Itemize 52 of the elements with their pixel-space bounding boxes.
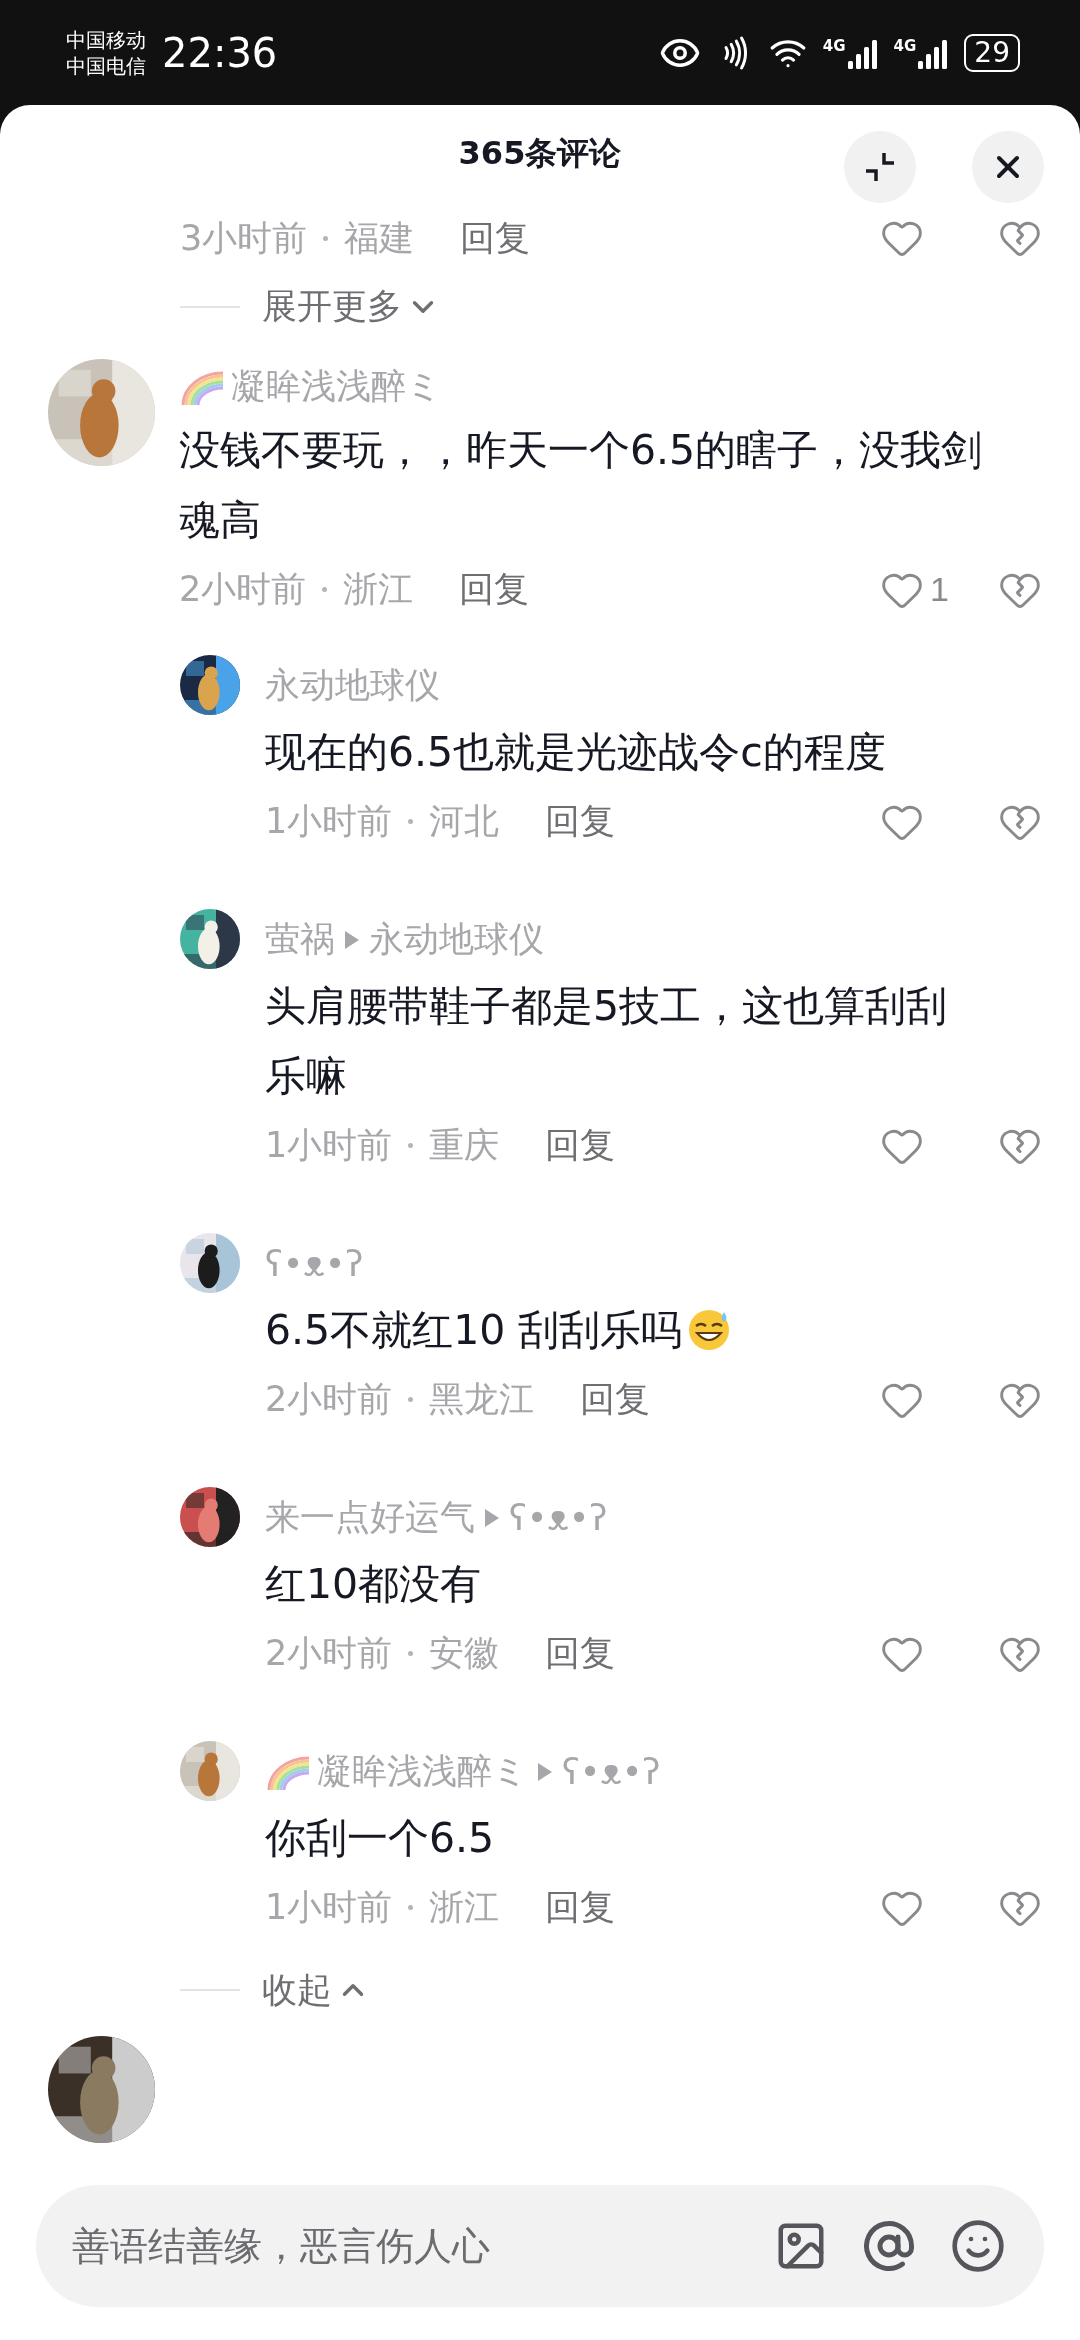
expand-more-button[interactable]: 展开更多 <box>262 283 440 331</box>
network-label: 4G <box>893 36 917 55</box>
comment-text: 你刮一个6.5 <box>265 1812 496 1864</box>
network-label: 4G <box>822 36 846 55</box>
battery-level: 29 <box>964 33 1020 72</box>
comment-location: 河北 <box>429 800 500 843</box>
comment-location: 黑龙江 <box>429 1378 535 1421</box>
comment-text: 6.5不就红10 刮刮乐吗 <box>265 1294 1080 1365</box>
username[interactable]: 永动地球仪 <box>265 662 440 709</box>
comment-input[interactable]: 善语结善缘，恶言伤人心 <box>72 2224 740 2268</box>
sheet-title: 365条评论 <box>458 133 622 174</box>
comment-text: 没钱不要玩，，昨天一个6.5的瞎子，没我剑魂高 <box>179 424 984 546</box>
comment-location: 浙江 <box>343 568 414 611</box>
comment-location: 福建 <box>344 216 415 260</box>
comment-time: 1小时前 <box>265 800 393 843</box>
reply-arrow-icon <box>536 1760 554 1783</box>
reply-arrow-icon <box>343 928 361 951</box>
carrier-name: 中国电信 <box>66 52 146 79</box>
comment-time: 1小时前 <box>265 1886 393 1929</box>
username[interactable]: ʕ•ᴥ•ʔ <box>265 1243 364 1284</box>
comment-time: 2小时前 <box>265 1632 393 1675</box>
emoji-button[interactable] <box>950 2218 1006 2274</box>
comment-text: 现在的6.5也就是光迹战令c的程度 <box>265 726 887 778</box>
reply-button[interactable]: 回复 <box>460 214 531 262</box>
comment-location: 重庆 <box>429 1124 500 1167</box>
username[interactable]: 萤祸 <box>265 916 335 963</box>
username[interactable]: 凝眸浅浅醉ミ <box>317 1748 528 1795</box>
username[interactable]: 来一点好运气 <box>265 1494 475 1541</box>
comment-time: 2小时前 <box>179 568 307 611</box>
reply-button[interactable]: 回复 <box>545 798 616 845</box>
reply-button[interactable]: 回复 <box>459 566 530 613</box>
comment-location: 浙江 <box>429 1886 500 1929</box>
reply-button[interactable]: 回复 <box>545 1884 616 1931</box>
clock: 22:36 <box>162 29 278 76</box>
reply-button[interactable]: 回复 <box>580 1376 651 1423</box>
reply-button[interactable]: 回复 <box>545 1122 616 1169</box>
username[interactable]: ʕ•ᴥ•ʔ <box>509 1497 608 1538</box>
comment-time: 2小时前 <box>265 1378 393 1421</box>
comment-text: 红10都没有 <box>265 1558 483 1610</box>
username[interactable]: 永动地球仪 <box>369 916 544 963</box>
mention-button[interactable] <box>862 2219 916 2273</box>
comment-time: 3小时前 <box>180 216 308 260</box>
comment-location: 安徽 <box>429 1632 500 1675</box>
carrier-name: 中国移动 <box>66 26 146 53</box>
like-button[interactable]: 1 <box>880 567 952 612</box>
reply-arrow-icon <box>483 1506 501 1529</box>
collapse-button[interactable]: 收起 <box>262 1966 370 2014</box>
comment-text: 头肩腰带鞋子都是5技工，这也算刮刮乐嘛 <box>265 980 949 1102</box>
username[interactable]: 凝眸浅浅醉ミ <box>231 363 442 410</box>
username[interactable]: ʕ•ᴥ•ʔ <box>562 1751 661 1792</box>
reply-button[interactable]: 回复 <box>545 1630 616 1677</box>
comment-time: 1小时前 <box>265 1124 393 1167</box>
